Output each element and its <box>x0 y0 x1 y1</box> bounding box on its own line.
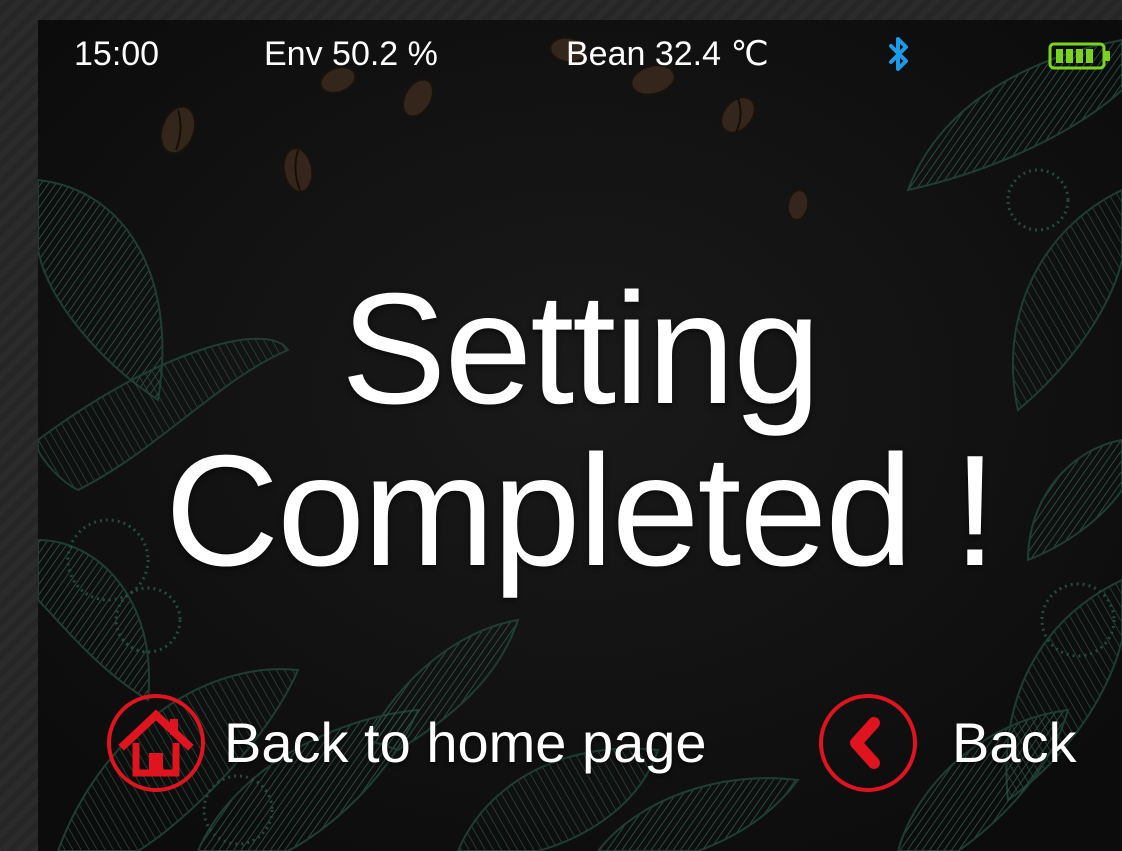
battery-icon <box>1048 42 1110 70</box>
message-line-1: Setting <box>341 261 821 437</box>
back-to-home-button[interactable]: Back to home page <box>106 688 707 798</box>
status-bar: 15:00 Env 50.2 % Bean 32.4 ℃ <box>38 20 1122 90</box>
device-screen: 15:00 Env 50.2 % Bean 32.4 ℃ Setting Com… <box>38 20 1122 851</box>
bean-temperature-reading: Bean 32.4 ℃ <box>566 35 769 73</box>
bluetooth-icon <box>889 37 908 71</box>
back-label: Back <box>952 711 1077 774</box>
message-line-2: Completed ! <box>165 423 997 599</box>
clock-time: 15:00 <box>74 35 160 73</box>
env-humidity-reading: Env 50.2 % <box>264 35 438 73</box>
chevron-left-icon <box>819 694 917 792</box>
back-button[interactable]: Back <box>818 688 1077 798</box>
home-icon <box>107 694 205 792</box>
back-to-home-label: Back to home page <box>224 711 707 774</box>
completion-message: Setting Completed ! <box>38 268 1122 592</box>
